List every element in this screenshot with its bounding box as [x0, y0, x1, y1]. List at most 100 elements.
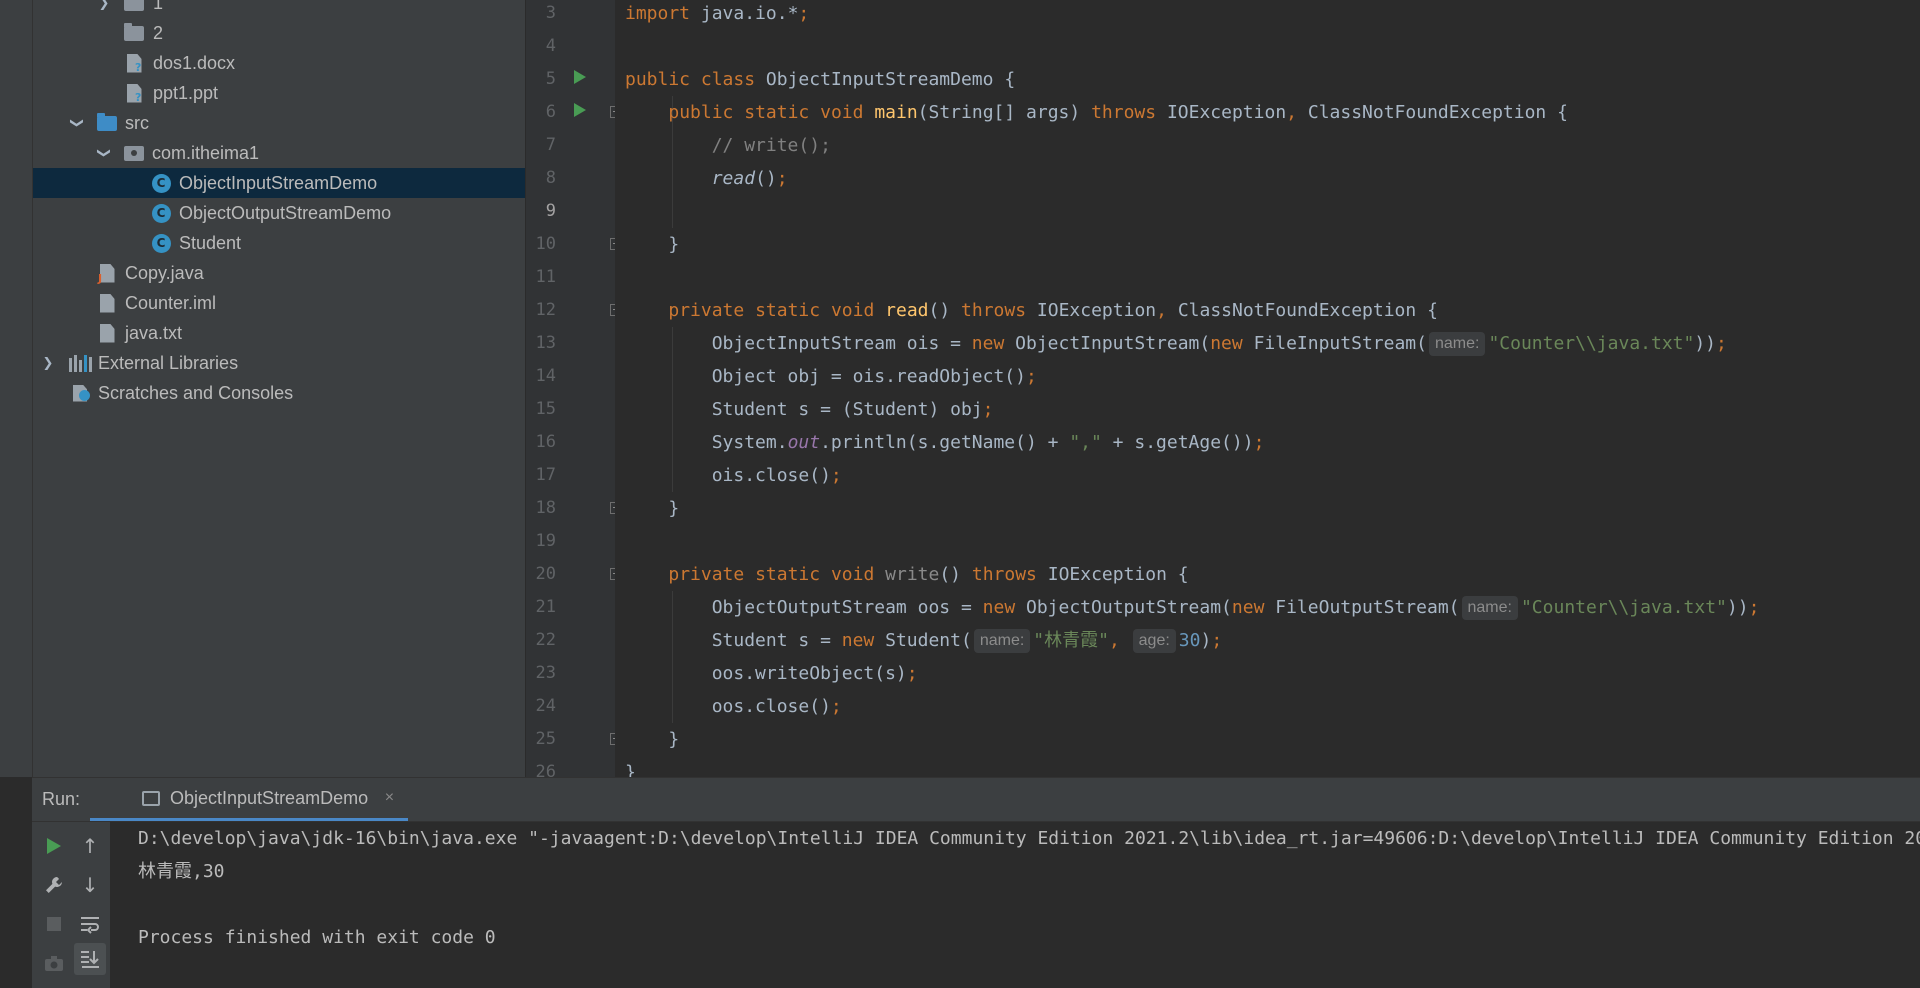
run-gutter-icon[interactable] [574, 70, 586, 84]
tree-item-label: 2 [153, 22, 164, 43]
source-folder-icon [96, 108, 118, 138]
tree-item-counter-iml[interactable]: Counter.iml [33, 288, 525, 318]
run-toolbar: ↑ ↓ [32, 822, 110, 988]
line-number: 14 [535, 366, 556, 386]
line-number: 25 [535, 729, 556, 749]
code-line: ObjectInputStream ois = new ObjectInputS… [711, 332, 1727, 356]
console-line: Process finished with exit code 0 [138, 927, 496, 948]
stop-icon [47, 917, 61, 931]
line-number: 17 [535, 465, 556, 485]
console-output[interactable]: D:\develop\java\jdk-16\bin\java.exe "-ja… [138, 822, 1920, 988]
tool-window-strip [0, 0, 33, 777]
code-line: public class ObjectInputStreamDemo { [625, 69, 1016, 90]
run-title: Run: [42, 789, 81, 809]
line-number: 10 [535, 234, 556, 254]
code-line: private static void write() throws IOExc… [668, 564, 1189, 585]
code-line: } [668, 498, 680, 519]
scroll-down-button[interactable]: ↓ [74, 869, 106, 901]
line-number: 18 [535, 498, 556, 518]
tree-item-objectinputstreamdemo[interactable]: C ObjectInputStreamDemo [33, 168, 525, 198]
scroll-up-button[interactable]: ↑ [74, 830, 106, 862]
rerun-button[interactable] [38, 830, 70, 862]
class-icon: C [150, 228, 172, 258]
arrow-up-icon: ↑ [81, 834, 99, 858]
arrow-down-icon: ↓ [81, 873, 99, 897]
console-line: D:\develop\java\jdk-16\bin\java.exe "-ja… [138, 828, 1920, 849]
code-line: Student s = (Student) obj; [711, 399, 994, 420]
tree-item-folder-1[interactable]: ❯ 1 [33, 0, 525, 18]
code-line: } [668, 234, 680, 255]
tree-item-src[interactable]: ❯ src [33, 108, 525, 138]
folder-icon [123, 18, 145, 48]
tree-item-external-libraries[interactable]: ❯ External Libraries [33, 348, 525, 378]
screenshot-button[interactable] [38, 947, 70, 979]
play-icon [47, 838, 61, 854]
tree-item-folder-2[interactable]: 2 [33, 18, 525, 48]
soft-wrap-button[interactable] [74, 908, 106, 940]
line-number: 12 [535, 300, 556, 320]
code-line: // write(); [711, 135, 831, 156]
parameter-hint: name: [973, 629, 1031, 653]
tree-item-student[interactable]: C Student [33, 228, 525, 258]
stop-button[interactable] [38, 908, 70, 940]
close-icon[interactable]: × [385, 789, 394, 807]
settings-button[interactable] [38, 869, 70, 901]
libraries-icon [68, 348, 92, 378]
line-number: 3 [545, 3, 556, 23]
chevron-down-icon[interactable]: ❯ [89, 146, 119, 160]
line-number: 23 [535, 663, 556, 683]
code-line: oos.close(); [711, 696, 842, 717]
tree-item-label: dos1.docx [153, 52, 236, 73]
parameter-hint: name: [1461, 596, 1518, 620]
run-tool-window: Run: ObjectInputStreamDemo × ↑ ↓ D:\deve… [32, 777, 1920, 988]
console-icon [142, 790, 160, 806]
tree-item-ppt1-ppt[interactable]: ? ppt1.ppt [33, 78, 525, 108]
code-line: read(); [711, 168, 788, 189]
tree-item-package[interactable]: ❯ com.itheima1 [33, 138, 525, 168]
scroll-to-end-button[interactable] [74, 943, 106, 975]
code-line: ois.close(); [711, 465, 842, 486]
line-number: 6 [545, 102, 556, 122]
chevron-down-icon[interactable]: ❯ [62, 116, 92, 130]
run-tab-objectinputstreamdemo[interactable]: ObjectInputStreamDemo × [90, 778, 409, 821]
tree-item-label: External Libraries [98, 352, 239, 373]
tree-item-label: ppt1.ppt [153, 82, 219, 103]
line-number: 4 [545, 36, 556, 56]
tree-item-label: ObjectOutputStreamDemo [179, 202, 392, 223]
tree-item-dos1-docx[interactable]: ? dos1.docx [33, 48, 525, 78]
line-number: 13 [535, 333, 556, 353]
code-line: } [668, 729, 680, 750]
line-number: 19 [535, 531, 556, 551]
folder-icon [123, 0, 145, 18]
console-line: 林青霞,30 [138, 861, 225, 882]
tree-item-objectoutputstreamdemo[interactable]: C ObjectOutputStreamDemo [33, 198, 525, 228]
soft-wrap-icon [81, 917, 99, 934]
tree-item-label: Scratches and Consoles [98, 382, 294, 403]
tree-item-label: ObjectInputStreamDemo [179, 172, 378, 193]
tree-item-label: Counter.iml [125, 292, 217, 313]
code-editor[interactable]: import java.io.*; public class ObjectInp… [615, 0, 1920, 777]
project-tree: ❯ 1 2 ? dos1.docx ? ppt1.ppt ❯ src ❯ com… [33, 0, 525, 777]
line-number: 11 [535, 267, 556, 287]
package-icon [123, 138, 145, 168]
parameter-hint: age: [1132, 629, 1176, 653]
chevron-right-icon[interactable]: ❯ [97, 0, 111, 18]
run-header: Run: ObjectInputStreamDemo × [32, 778, 1920, 822]
code-line: Object obj = ois.readObject(); [711, 366, 1037, 387]
run-gutter-icon[interactable] [574, 103, 586, 117]
line-number: 5 [545, 69, 556, 89]
line-number: 20 [535, 564, 556, 584]
run-tab-label: ObjectInputStreamDemo [170, 787, 369, 808]
class-icon: C [150, 168, 172, 198]
module-file-icon [96, 288, 118, 318]
tree-item-scratches[interactable]: Scratches and Consoles [33, 378, 525, 408]
tree-item-label: Copy.java [125, 262, 204, 283]
scroll-to-end-icon [81, 951, 99, 968]
class-icon: C [150, 198, 172, 228]
tree-item-java-txt[interactable]: java.txt [33, 318, 525, 348]
tree-item-copy-java[interactable]: J Copy.java [33, 258, 525, 288]
unknown-file-icon: ? [123, 48, 145, 78]
code-line: public static void main(String[] args) t… [668, 102, 1568, 123]
tree-item-label: com.itheima1 [152, 142, 260, 163]
chevron-right-icon[interactable]: ❯ [41, 348, 55, 378]
